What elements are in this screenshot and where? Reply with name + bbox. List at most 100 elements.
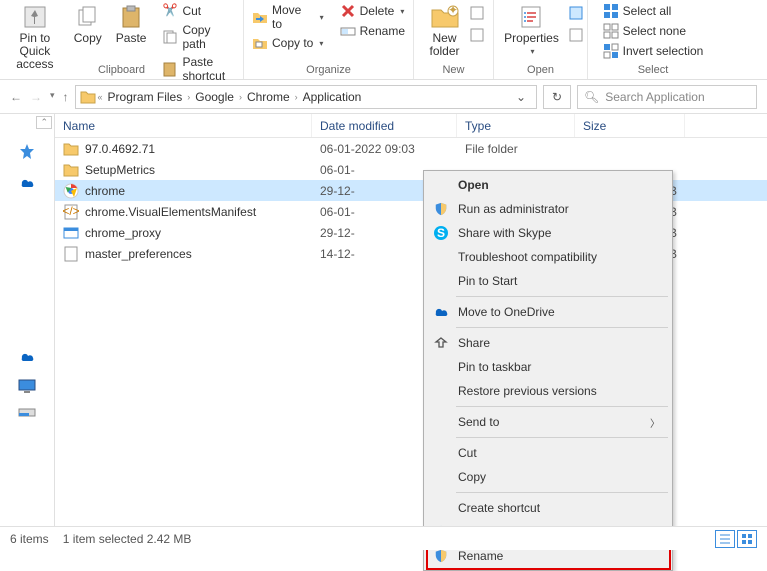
selection-info: 1 item selected 2.42 MB bbox=[63, 532, 192, 546]
context-item-label: Share with Skype bbox=[458, 226, 551, 240]
breadcrumb-item[interactable]: Google bbox=[192, 90, 237, 104]
context-item-label: Send to bbox=[458, 415, 499, 429]
open-icon[interactable] bbox=[569, 6, 583, 20]
delete-button[interactable]: Delete bbox=[336, 2, 409, 20]
column-type[interactable]: Type bbox=[457, 114, 575, 137]
up-button[interactable]: ↑ bbox=[63, 90, 69, 104]
item-count: 6 items bbox=[10, 532, 49, 546]
paste-icon bbox=[118, 4, 144, 30]
context-item-label: Share bbox=[458, 336, 490, 350]
context-item-share[interactable]: Share bbox=[426, 331, 670, 355]
properties-icon bbox=[518, 4, 544, 30]
status-bar: 6 items 1 item selected 2.42 MB bbox=[0, 526, 767, 550]
onedrive2-icon[interactable] bbox=[18, 348, 36, 364]
drive-icon[interactable] bbox=[18, 404, 36, 420]
breadcrumb-item[interactable]: Chrome bbox=[244, 90, 293, 104]
context-item-send-to[interactable]: Send to〉 bbox=[426, 410, 670, 434]
column-size[interactable]: Size bbox=[575, 114, 685, 137]
new-folder-button[interactable]: ✦ New folder bbox=[423, 2, 465, 60]
address-expand-button[interactable]: ⌄ bbox=[510, 90, 532, 104]
copy-button[interactable]: Copy bbox=[68, 2, 108, 47]
context-item-label: Rename bbox=[458, 549, 503, 563]
cut-button[interactable]: ✂️Cut bbox=[158, 2, 239, 20]
context-separator bbox=[456, 327, 668, 328]
new-group-label: New bbox=[442, 64, 464, 76]
file-type: File folder bbox=[457, 142, 575, 156]
select-group-label: Select bbox=[638, 64, 669, 76]
breadcrumb-item[interactable]: Program Files bbox=[105, 90, 186, 104]
context-item-run-as-administrator[interactable]: Run as administrator bbox=[426, 197, 670, 221]
move-to-button[interactable]: Move to bbox=[248, 2, 328, 32]
file-name: master_preferences bbox=[85, 247, 192, 261]
quick-access-icon[interactable] bbox=[18, 144, 36, 160]
svg-text:✦: ✦ bbox=[447, 4, 457, 17]
file-name: chrome_proxy bbox=[85, 226, 161, 240]
skype-icon: S bbox=[432, 224, 450, 242]
svg-text:S: S bbox=[437, 226, 445, 240]
context-item-open[interactable]: Open bbox=[426, 173, 670, 197]
navigation-bar: ← → ▾ ↑ « Program Files› Google› Chrome›… bbox=[0, 80, 767, 114]
navigation-pane[interactable]: ⌃ bbox=[0, 114, 55, 526]
search-input[interactable]: 🔍︎ Search Application bbox=[577, 85, 757, 109]
edit-icon[interactable] bbox=[569, 28, 583, 42]
search-placeholder: Search Application bbox=[605, 90, 704, 104]
pin-to-quick-access-button[interactable]: Pin to Quick access bbox=[4, 2, 66, 73]
paste-button[interactable]: Paste bbox=[110, 2, 153, 47]
select-none-button[interactable]: Select none bbox=[599, 22, 708, 40]
column-headers: Name Date modified Type Size bbox=[55, 114, 767, 138]
file-name: 97.0.4692.71 bbox=[85, 142, 155, 156]
context-item-copy[interactable]: Copy bbox=[426, 465, 670, 489]
thispc-icon[interactable] bbox=[18, 378, 36, 394]
file-icon bbox=[63, 246, 79, 262]
context-item-cut[interactable]: Cut bbox=[426, 441, 670, 465]
rename-button[interactable]: Rename bbox=[336, 22, 409, 40]
new-folder-icon: ✦ bbox=[430, 4, 460, 30]
details-view-button[interactable] bbox=[715, 530, 735, 548]
context-item-label: Run as administrator bbox=[458, 202, 569, 216]
pin-icon bbox=[22, 4, 48, 30]
copy-to-button[interactable]: Copy to bbox=[248, 34, 328, 52]
context-item-label: Copy bbox=[458, 470, 486, 484]
context-item-create-shortcut[interactable]: Create shortcut bbox=[426, 496, 670, 520]
new-item-icon[interactable] bbox=[470, 6, 484, 20]
file-date: 06-01-2022 09:03 bbox=[312, 142, 457, 156]
recent-button[interactable]: ▾ bbox=[50, 90, 55, 104]
scroll-up-button[interactable]: ⌃ bbox=[36, 116, 52, 129]
context-item-pin-to-taskbar[interactable]: Pin to taskbar bbox=[426, 355, 670, 379]
context-item-restore-previous-versions[interactable]: Restore previous versions bbox=[426, 379, 670, 403]
easy-access-icon[interactable] bbox=[470, 28, 484, 42]
refresh-button[interactable]: ↻ bbox=[543, 85, 571, 109]
back-button[interactable]: ← bbox=[10, 90, 22, 104]
column-date[interactable]: Date modified bbox=[312, 114, 457, 137]
copy-path-button[interactable]: Copy path bbox=[158, 22, 239, 52]
invert-selection-icon bbox=[603, 43, 619, 59]
file-row[interactable]: 97.0.4692.71 06-01-2022 09:03File folder bbox=[55, 138, 767, 159]
invert-selection-button[interactable]: Invert selection bbox=[599, 42, 708, 60]
context-item-label: Troubleshoot compatibility bbox=[458, 250, 597, 264]
context-separator bbox=[456, 406, 668, 407]
onedrive-icon[interactable] bbox=[18, 174, 36, 190]
paste-shortcut-button[interactable]: Paste shortcut bbox=[158, 54, 239, 84]
context-item-share-with-skype[interactable]: S Share with Skype bbox=[426, 221, 670, 245]
context-item-label: Move to OneDrive bbox=[458, 305, 555, 319]
breadcrumb-item[interactable]: Application bbox=[300, 90, 365, 104]
context-item-troubleshoot-compatibility[interactable]: Troubleshoot compatibility bbox=[426, 245, 670, 269]
context-item-move-to-onedrive[interactable]: Move to OneDrive bbox=[426, 300, 670, 324]
file-icon bbox=[63, 225, 79, 241]
forward-button[interactable]: → bbox=[30, 90, 42, 104]
context-item-pin-to-start[interactable]: Pin to Start bbox=[426, 269, 670, 293]
file-icon: </> bbox=[63, 204, 79, 220]
copy-path-icon bbox=[162, 29, 178, 45]
cut-icon: ✂️ bbox=[162, 3, 178, 19]
rename-icon bbox=[340, 23, 356, 39]
open-group-label: Open bbox=[527, 64, 554, 76]
column-name[interactable]: Name bbox=[55, 114, 312, 137]
folder-icon bbox=[80, 89, 96, 105]
svg-text:</>: </> bbox=[63, 204, 79, 218]
properties-button[interactable]: Properties bbox=[498, 2, 565, 58]
select-all-button[interactable]: Select all bbox=[599, 2, 708, 20]
icons-view-button[interactable] bbox=[737, 530, 757, 548]
select-all-icon bbox=[603, 3, 619, 19]
address-bar[interactable]: « Program Files› Google› Chrome› Applica… bbox=[75, 85, 537, 109]
ribbon: Pin to Quick access Copy Paste ✂️Cut Cop… bbox=[0, 0, 767, 80]
